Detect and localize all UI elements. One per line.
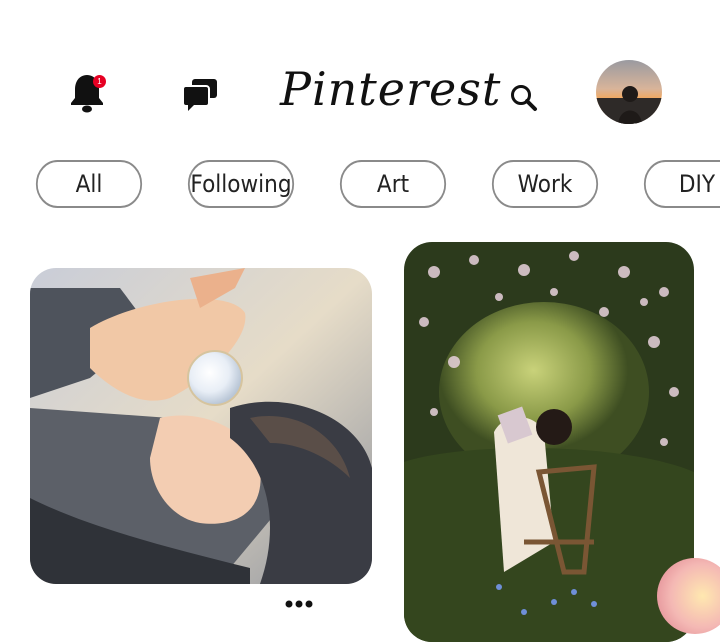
chip-following[interactable]: Following	[187, 160, 295, 208]
more-options-icon[interactable]	[284, 596, 314, 612]
notification-badge: 1	[93, 75, 106, 88]
chip-diy[interactable]: DIY	[643, 160, 720, 208]
partial-pin-image[interactable]	[640, 554, 720, 634]
avatar-image	[596, 60, 662, 124]
pinterest-logo: Pinterest	[280, 62, 502, 116]
avatar[interactable]	[596, 60, 662, 124]
chip-art[interactable]: Art	[339, 160, 447, 208]
chat-icon[interactable]	[180, 76, 220, 112]
pin-card-illustration[interactable]	[30, 268, 372, 584]
category-chips: All Following Art Work DIY	[0, 160, 720, 210]
pin-image-illustration	[30, 268, 372, 584]
chip-work[interactable]: Work	[491, 160, 599, 208]
search-icon[interactable]	[508, 82, 540, 114]
chip-all[interactable]: All	[35, 160, 143, 208]
